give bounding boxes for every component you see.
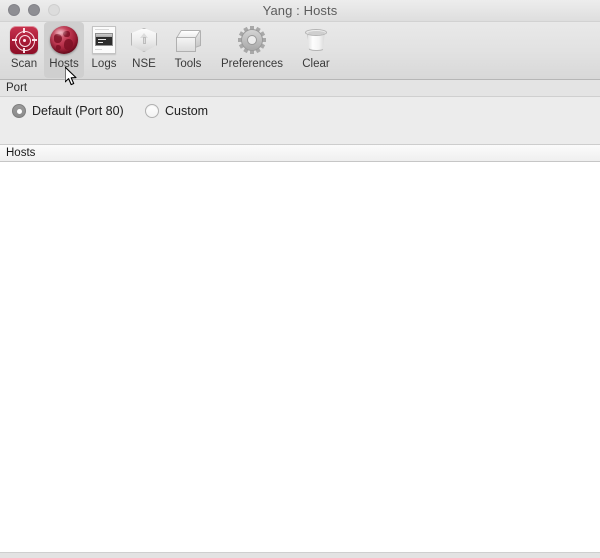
hosts-list[interactable] [0,162,600,546]
port-section-title: Port [6,82,28,94]
toolbar-label-preferences: Preferences [220,58,283,70]
shield-cube-icon [128,24,160,56]
port-section-header: Port [0,80,600,97]
hosts-section: Hosts [0,141,600,558]
toolbar-item-scan[interactable]: Scan [4,22,44,78]
toolbar-item-clear[interactable]: Clear [292,22,340,78]
toolbar-item-logs[interactable]: Logs [84,22,124,78]
toolbar-item-tools[interactable]: Tools [164,22,212,78]
toolbar: Scan Hosts Logs NSE Tools Preferences Cl… [0,22,600,86]
radio-default-port-label: Default (Port 80) [32,104,124,118]
target-icon [8,24,40,56]
window-title: Yang : Hosts [262,3,338,18]
application-window: Yang : Hosts Scan Hosts Logs NSE Tools P… [0,0,600,558]
toolbar-label-nse: NSE [132,58,156,70]
box-icon [172,24,204,56]
window-bottom-strip [0,552,600,558]
radio-custom-port[interactable]: Custom [145,104,208,118]
toolbar-label-tools: Tools [174,58,202,70]
toolbar-item-hosts[interactable]: Hosts [44,22,84,78]
toolbar-label-hosts: Hosts [49,58,79,70]
radio-default-port[interactable]: Default (Port 80) [12,104,124,118]
globe-icon [48,24,80,56]
hosts-column-header-label: Hosts [6,147,36,159]
toolbar-items: Scan Hosts Logs NSE Tools Preferences Cl… [4,22,340,80]
window-titlebar: Yang : Hosts [0,0,600,22]
toolbar-item-preferences[interactable]: Preferences [212,22,292,78]
toolbar-label-clear: Clear [302,58,330,70]
port-section: Port Default (Port 80) Custom [0,80,600,204]
toolbar-label-scan: Scan [10,58,38,70]
terminal-doc-icon [88,24,120,56]
hosts-column-header[interactable]: Hosts [0,145,600,162]
radio-custom-port-control[interactable] [145,104,159,118]
toolbar-label-logs: Logs [91,58,117,70]
trash-icon [300,24,332,56]
gear-icon [236,24,268,56]
radio-custom-port-label: Custom [165,104,209,118]
radio-default-port-control[interactable] [12,104,26,118]
toolbar-item-nse[interactable]: NSE [124,22,164,78]
